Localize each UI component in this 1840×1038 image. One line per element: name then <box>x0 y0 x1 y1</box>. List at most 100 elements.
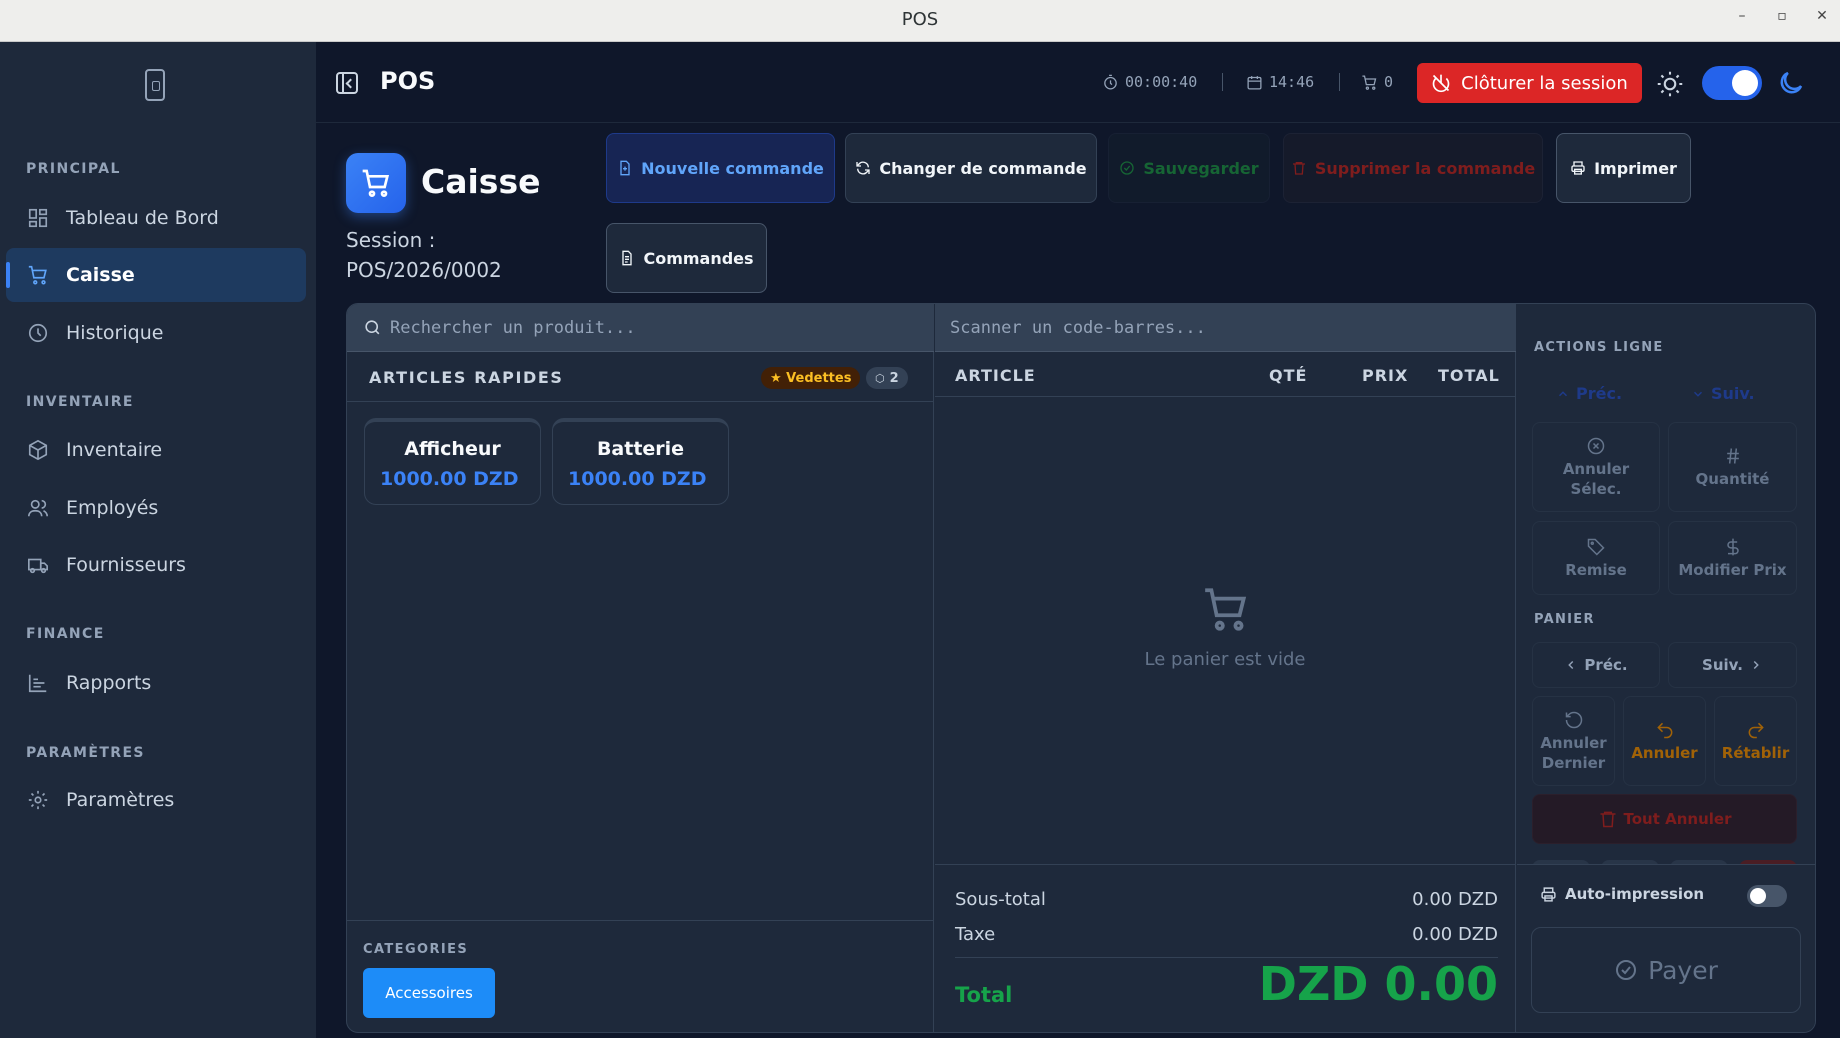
auto-print-text: Auto-impression <box>1565 885 1705 903</box>
moon-icon[interactable] <box>1776 68 1806 98</box>
cancel-all-button[interactable]: Tout Annuler <box>1532 794 1797 844</box>
sidebar-item-historique[interactable]: Historique <box>6 306 306 360</box>
calendar-icon <box>1247 75 1262 90</box>
save-button[interactable]: Sauvegarder <box>1108 133 1270 203</box>
categories-section: CATEGORIES Accessoires <box>347 920 934 1032</box>
cart-icon <box>1362 74 1377 90</box>
window-titlebar: POS – ▫ ✕ <box>0 0 1840 42</box>
cart-prev-button[interactable]: Préc. <box>1532 642 1660 688</box>
discount-button[interactable]: Remise <box>1532 521 1660 595</box>
line-next-button[interactable]: Suiv. <box>1685 384 1755 403</box>
dollar-icon <box>1726 538 1739 555</box>
barcode-placeholder: Scanner un code-barres... <box>950 317 1206 338</box>
save-label: Sauvegarder <box>1143 158 1259 178</box>
rotate-ccw-icon <box>1565 711 1582 728</box>
pos-panel: Rechercher un produit... ARTICLES RAPIDE… <box>346 303 1816 1033</box>
change-order-label: Changer de commande <box>879 158 1087 178</box>
close-session-button[interactable]: Clôturer la session <box>1417 63 1642 103</box>
tax-row: Taxe 0.00 DZD <box>955 924 1498 945</box>
cart-actions-title: PANIER <box>1534 612 1595 627</box>
session-label: Session : <box>346 228 436 252</box>
actions-column: ACTIONS LIGNE Préc. Suiv. Annuler Sélec.… <box>1517 304 1815 1032</box>
timer-icon <box>1104 74 1117 90</box>
tax-value: 0.00 DZD <box>1412 924 1498 945</box>
caisse-title: Caisse <box>421 162 541 201</box>
featured-badge[interactable]: ★ Vedettes <box>761 367 861 389</box>
close-window-button[interactable]: ✕ <box>1810 8 1834 24</box>
category-button[interactable]: Accessoires <box>363 968 495 1018</box>
search-icon <box>365 320 380 335</box>
cancel-selection-label: Annuler Sélec. <box>1562 459 1630 498</box>
product-name: Afficheur <box>404 438 501 460</box>
sidebar-item-parametres[interactable]: Paramètres <box>6 773 306 827</box>
product-card[interactable]: Afficheur 1000.00 DZD <box>364 418 541 505</box>
session-id: POS/2026/0002 <box>346 258 502 282</box>
product-search-input[interactable]: Rechercher un produit... <box>347 304 934 352</box>
auto-print-label: Auto-impression <box>1540 885 1704 903</box>
totals-section: Sous-total 0.00 DZD Taxe 0.00 DZD Total … <box>935 864 1516 1032</box>
line-prev-button[interactable]: Préc. <box>1550 384 1622 403</box>
sidebar-item-rapports[interactable]: Rapports <box>6 656 306 710</box>
undo-button[interactable]: Annuler <box>1623 696 1706 786</box>
printer-icon <box>1571 161 1585 175</box>
delete-order-label: Supprimer la commande <box>1314 158 1536 178</box>
sidebar-item-dashboard[interactable]: Tableau de Bord <box>6 191 306 245</box>
sidebar-item-inventaire[interactable]: Inventaire <box>6 423 306 477</box>
sidebar-item-label: Fournisseurs <box>66 554 186 576</box>
empty-cart-icon <box>1201 584 1251 634</box>
users-icon <box>26 496 50 520</box>
maximize-button[interactable]: ▫ <box>1770 8 1794 24</box>
box-icon <box>26 438 50 462</box>
cart-counter: 0 <box>1361 73 1393 91</box>
cart-next-button[interactable]: Suiv. <box>1668 642 1797 688</box>
quick-items-header: ARTICLES RAPIDES ★ Vedettes ⬡ 2 <box>347 352 934 402</box>
sun-icon[interactable] <box>1656 70 1684 98</box>
new-order-button[interactable]: Nouvelle commande <box>606 133 835 203</box>
cancel-selection-button[interactable]: Annuler Sélec. <box>1532 422 1660 512</box>
minimize-button[interactable]: – <box>1730 8 1754 24</box>
cancel-last-label: Annuler Dernier <box>1540 733 1607 772</box>
section-title-inventaire: INVENTAIRE <box>26 394 134 410</box>
chevron-down-icon <box>1693 391 1703 397</box>
edit-price-button[interactable]: Modifier Prix <box>1668 521 1797 595</box>
close-session-label: Clôturer la session <box>1461 72 1628 94</box>
quantity-button[interactable]: Quantité <box>1668 422 1797 512</box>
refresh-icon <box>856 161 871 175</box>
change-order-button[interactable]: Changer de commande <box>845 133 1097 203</box>
product-price: 1000.00 DZD <box>568 468 707 490</box>
dashboard-icon <box>26 206 50 230</box>
x-circle-icon <box>1587 437 1605 454</box>
column-price: PRIX <box>1362 366 1409 385</box>
quick-items-title: ARTICLES RAPIDES <box>369 368 564 387</box>
sidebar-item-label: Caisse <box>66 264 135 286</box>
chevron-up-icon <box>1558 390 1568 396</box>
orders-button[interactable]: Commandes <box>606 223 767 293</box>
delete-order-button[interactable]: Supprimer la commande <box>1283 133 1543 203</box>
sidebar-item-caisse[interactable]: Caisse <box>6 248 306 302</box>
window-title: POS <box>901 9 939 30</box>
barcode-input[interactable]: Scanner un code-barres... <box>935 304 1516 352</box>
truck-icon <box>26 553 50 577</box>
sidebar-toggle-icon[interactable] <box>336 72 358 94</box>
file-plus-icon <box>620 160 630 176</box>
theme-toggle[interactable] <box>1702 66 1762 100</box>
sidebar-item-fournisseurs[interactable]: Fournisseurs <box>6 538 306 592</box>
chart-icon <box>26 671 50 695</box>
cancel-last-button[interactable]: Annuler Dernier <box>1532 696 1615 786</box>
new-order-label: Nouvelle commande <box>641 158 824 178</box>
sidebar-item-label: Employés <box>66 497 159 519</box>
payment-section: Auto-impression Payer <box>1517 864 1815 1032</box>
power-off-icon <box>1432 74 1450 93</box>
divider <box>1339 73 1340 91</box>
redo-button[interactable]: Rétablir <box>1714 696 1797 786</box>
sidebar-item-employes[interactable]: Employés <box>6 481 306 535</box>
count-value: 2 <box>889 370 899 386</box>
auto-print-toggle[interactable] <box>1747 885 1787 907</box>
sidebar-item-label: Historique <box>66 322 164 344</box>
clock-value: 14:46 <box>1269 73 1315 91</box>
undo-label: Annuler <box>1631 743 1698 762</box>
product-card[interactable]: Batterie 1000.00 DZD <box>552 418 729 505</box>
print-button[interactable]: Imprimer <box>1556 133 1691 203</box>
pay-button[interactable]: Payer <box>1531 927 1801 1013</box>
tag-icon <box>1587 538 1605 556</box>
